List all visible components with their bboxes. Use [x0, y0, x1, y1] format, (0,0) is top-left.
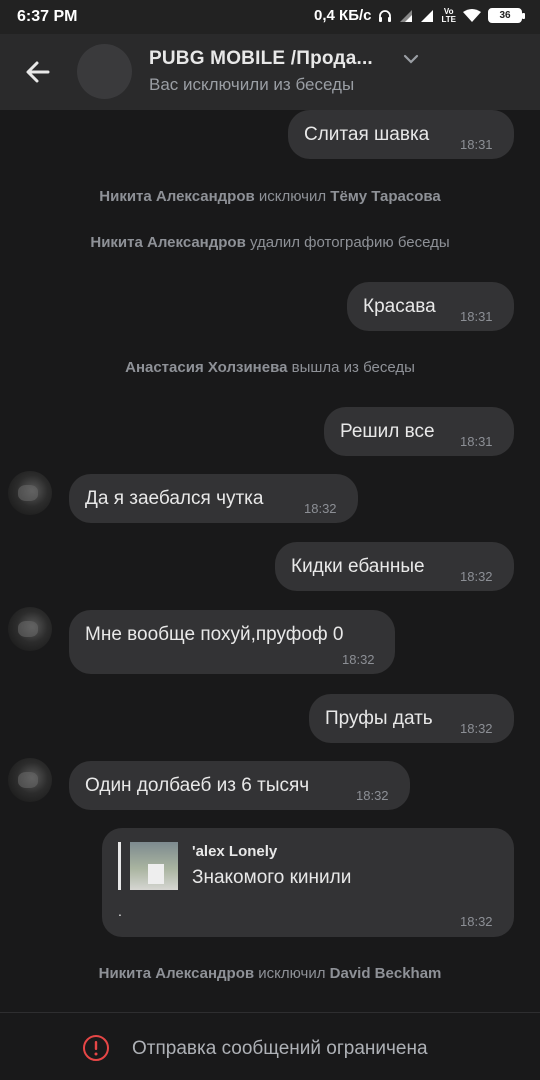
message-text: Пруфы дать [325, 708, 433, 729]
warning-icon [83, 1035, 109, 1061]
service-message: Никита Александров удалил фотографию бес… [0, 234, 540, 251]
service-actor[interactable]: Никита Александров [99, 965, 254, 982]
reply-thumbnail[interactable] [130, 842, 178, 890]
sender-avatar[interactable] [8, 471, 52, 515]
network-speed: 0,4 КБ/с [314, 7, 372, 24]
message-bubble-incoming[interactable]: Мне вообще похуй,пруфоф 0 18:32 [69, 610, 395, 674]
chat-avatar[interactable] [77, 44, 132, 99]
service-action: вышла из беседы [291, 359, 415, 376]
service-actor[interactable]: Анастасия Холзинева [125, 359, 287, 376]
message-time: 18:32 [460, 569, 493, 584]
message-text: Решил все [340, 421, 435, 442]
reply-quote-bar [118, 842, 121, 890]
message-time: 18:32 [356, 788, 389, 803]
message-text: Один долбаеб из 6 тысяч [85, 775, 310, 796]
service-target[interactable]: Тёму Тарасова [330, 188, 440, 205]
message-text: Да я заебался чутка [85, 488, 264, 509]
message-bubble-outgoing[interactable]: Красава 18:31 [347, 282, 514, 331]
message-text: Слитая шавка [304, 124, 430, 145]
message-time: 18:31 [460, 309, 493, 324]
reply-text: Знакомого кинили [192, 867, 352, 888]
message-list[interactable]: Слитая шавка 18:31 Никита Александров ис… [0, 110, 540, 1012]
restricted-text: Отправка сообщений ограничена [132, 1038, 428, 1059]
message-time: 18:31 [460, 434, 493, 449]
message-text: Кидки ебанные [291, 556, 425, 577]
status-time: 6:37 PM [17, 8, 78, 25]
service-actor[interactable]: Никита Александров [90, 234, 245, 251]
wifi-icon [463, 8, 481, 22]
message-text: . [118, 903, 122, 919]
status-icons: 0,4 КБ/с Vo LTE 36 [314, 6, 525, 24]
reply-author[interactable]: 'alex Lonely [192, 843, 277, 860]
message-bubble-outgoing[interactable]: Слитая шавка 18:31 [288, 110, 514, 159]
sender-avatar[interactable] [8, 607, 52, 651]
status-bar: 6:37 PM 0,4 КБ/с Vo LTE 36 [0, 0, 540, 34]
service-target[interactable]: David Beckham [330, 965, 442, 982]
back-arrow-icon[interactable] [22, 56, 54, 88]
sender-avatar[interactable] [8, 758, 52, 802]
service-message: Никита Александров исключил David Beckha… [0, 965, 540, 982]
service-actor[interactable]: Никита Александров [99, 188, 254, 205]
service-message: Никита Александров исключил Тёму Тарасов… [0, 188, 540, 205]
message-bubble-outgoing-reply[interactable]: 'alex Lonely Знакомого кинили . 18:32 [102, 828, 514, 937]
message-time: 18:31 [460, 137, 493, 152]
message-bubble-incoming[interactable]: Один долбаеб из 6 тысяч 18:32 [69, 761, 410, 810]
service-action: исключил [258, 965, 326, 982]
message-time: 18:32 [460, 914, 493, 929]
message-time: 18:32 [460, 721, 493, 736]
message-time: 18:32 [342, 652, 375, 667]
message-text: Мне вообще похуй,пруфоф 0 [85, 624, 344, 645]
message-bubble-outgoing[interactable]: Пруфы дать 18:32 [309, 694, 514, 743]
volte-icon: Vo LTE [441, 6, 456, 24]
service-action: удалил фотографию беседы [249, 234, 450, 251]
service-message: Анастасия Холзинева вышла из беседы [0, 359, 540, 376]
headphones-icon [379, 9, 392, 22]
message-time: 18:32 [304, 501, 337, 516]
signal-icon [400, 9, 413, 22]
chat-header: PUBG MOBILE /Прода... Вас исключили из б… [0, 34, 540, 110]
message-bubble-outgoing[interactable]: Решил все 18:31 [324, 407, 514, 456]
chat-subtitle: Вас исключили из беседы [149, 75, 355, 94]
restricted-footer: Отправка сообщений ограничена [0, 1012, 540, 1080]
message-bubble-incoming[interactable]: Да я заебался чутка 18:32 [69, 474, 358, 523]
signal-icon [421, 9, 434, 22]
battery-icon: 36 [488, 8, 525, 23]
message-text: Красава [363, 296, 436, 317]
message-bubble-outgoing[interactable]: Кидки ебанные 18:32 [275, 542, 514, 591]
chevron-down-icon[interactable] [402, 52, 420, 66]
chat-title[interactable]: PUBG MOBILE /Прода... [149, 48, 373, 70]
service-action: исключил [258, 188, 327, 205]
